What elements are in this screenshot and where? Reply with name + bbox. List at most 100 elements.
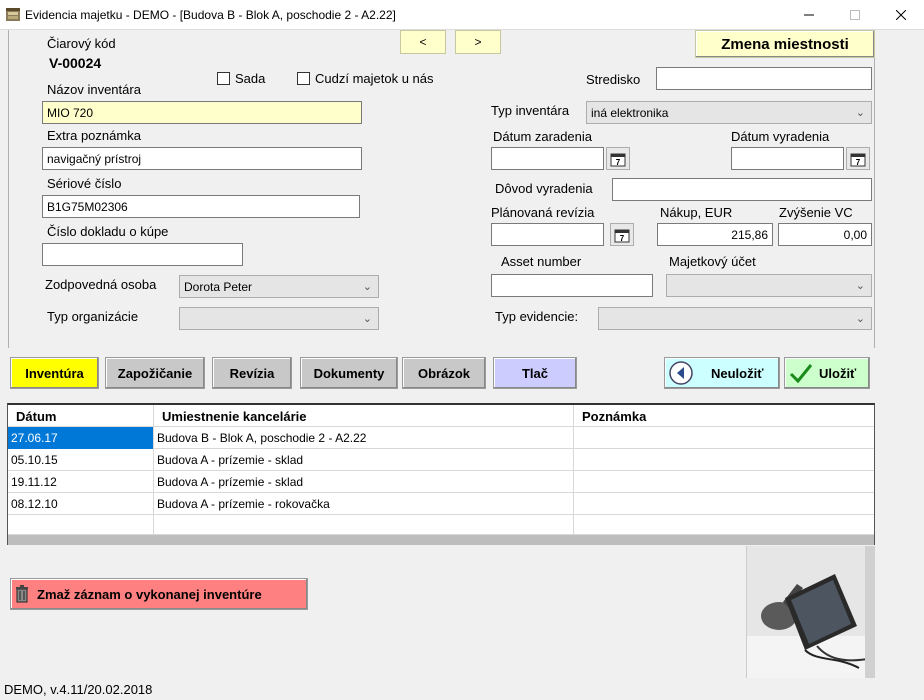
cell-location[interactable] xyxy=(154,515,574,535)
date-in-label: Dátum zaradenia xyxy=(493,129,592,144)
column-header-note[interactable]: Poznámka xyxy=(574,405,874,427)
column-header-location[interactable]: Umiestnenie kancelárie xyxy=(154,405,574,427)
serial-input[interactable]: B1G75M02306 xyxy=(42,195,360,218)
responsible-select[interactable]: Dorota Peter ⌄ xyxy=(179,275,379,298)
trash-icon xyxy=(15,585,29,603)
type-select[interactable]: iná elektronika ⌄ xyxy=(586,101,872,124)
doc-label: Číslo dokladu o kúpe xyxy=(47,224,169,239)
window-title: Evidencia majetku - DEMO - [Budova B - B… xyxy=(25,8,396,22)
name-input[interactable]: MIO 720 xyxy=(42,101,362,124)
doc-input[interactable] xyxy=(42,243,243,266)
table-row[interactable]: 27.06.17 Budova B - Blok A, poschodie 2 … xyxy=(8,427,874,449)
purchase-label: Nákup, EUR xyxy=(660,205,733,220)
prev-record-button[interactable]: < xyxy=(400,30,446,54)
foreign-asset-label: Cudzí majetok u nás xyxy=(315,71,434,86)
cell-date[interactable]: 19.11.12 xyxy=(8,471,154,493)
calendar-icon[interactable]: 7 xyxy=(610,223,634,246)
cancel-button-label: Neuložiť xyxy=(711,365,764,381)
chevron-down-icon: ⌄ xyxy=(855,280,865,292)
detail-panel: Čiarový kód V-00024 < > Zmena miestnosti… xyxy=(8,30,875,348)
table-header: Dátum Umiestnenie kancelárie Poznámka xyxy=(8,405,874,427)
center-input[interactable] xyxy=(656,67,872,90)
note-label: Extra poznámka xyxy=(47,128,141,143)
close-icon[interactable] xyxy=(878,0,924,30)
cell-date[interactable]: 05.10.15 xyxy=(8,449,154,471)
delete-inventory-button[interactable]: Zmaž záznam o vykonanej inventúre xyxy=(10,578,308,610)
save-button[interactable]: Uložiť xyxy=(784,357,870,389)
set-label: Sada xyxy=(235,71,266,86)
serial-label: Sériové číslo xyxy=(47,176,122,191)
table-footer xyxy=(8,535,874,545)
barcode-label: Čiarový kód xyxy=(47,36,116,51)
cell-note[interactable] xyxy=(574,471,874,493)
reason-input[interactable] xyxy=(612,178,872,201)
account-select[interactable]: ⌄ xyxy=(666,274,872,297)
asset-photo[interactable] xyxy=(746,546,875,678)
change-room-button[interactable]: Zmena miestnosti xyxy=(695,30,875,58)
table-row[interactable]: 05.10.15 Budova A - prízemie - sklad xyxy=(8,449,874,471)
status-bar: DEMO, v.4.11/20.02.2018 xyxy=(4,681,153,697)
cell-date[interactable]: 08.12.10 xyxy=(8,493,154,515)
planned-input[interactable] xyxy=(491,223,604,246)
planned-label: Plánovaná revízia xyxy=(491,205,595,220)
tab-picture[interactable]: Obrázok xyxy=(402,357,486,389)
chevron-down-icon: ⌄ xyxy=(362,281,372,293)
increase-input[interactable]: 0,00 xyxy=(778,223,872,246)
date-in-input[interactable] xyxy=(491,147,604,170)
cell-note[interactable] xyxy=(574,449,874,471)
name-label: Názov inventára xyxy=(47,82,141,97)
print-button[interactable]: Tlač xyxy=(493,357,577,389)
calendar-icon[interactable]: 7 xyxy=(846,147,870,170)
set-checkbox[interactable] xyxy=(217,72,230,85)
svg-text:7: 7 xyxy=(856,158,861,167)
calendar-icon[interactable]: 7 xyxy=(606,147,630,170)
cell-note[interactable] xyxy=(574,515,874,535)
type-label: Typ inventára xyxy=(491,103,570,118)
cell-date[interactable]: 27.06.17 xyxy=(8,427,154,449)
app-icon xyxy=(5,7,21,23)
cell-date[interactable] xyxy=(8,515,154,535)
responsible-select-value: Dorota Peter xyxy=(184,279,253,294)
tab-documents[interactable]: Dokumenty xyxy=(300,357,398,389)
maximize-icon[interactable] xyxy=(832,0,878,30)
cell-location[interactable]: Budova A - prízemie - sklad xyxy=(154,449,574,471)
asset-input[interactable] xyxy=(491,274,653,297)
cancel-button[interactable]: Neuložiť xyxy=(664,357,780,389)
org-select[interactable]: ⌄ xyxy=(179,307,379,330)
table-row[interactable]: 08.12.10 Budova A - prízemie - rokovačka xyxy=(8,493,874,515)
svg-text:7: 7 xyxy=(616,158,621,167)
date-out-input[interactable] xyxy=(731,147,844,170)
note-input[interactable]: navigačný prístroj xyxy=(42,147,362,170)
table-row[interactable] xyxy=(8,515,874,535)
cell-note[interactable] xyxy=(574,493,874,515)
save-button-label: Uložiť xyxy=(819,365,857,381)
cell-location[interactable]: Budova A - prízemie - rokovačka xyxy=(154,493,574,515)
asset-label: Asset number xyxy=(501,254,582,269)
barcode-value: V-00024 xyxy=(49,55,102,71)
center-label: Stredisko xyxy=(586,72,641,87)
date-out-label: Dátum vyradenia xyxy=(731,129,830,144)
column-header-date[interactable]: Dátum xyxy=(8,405,154,427)
chevron-down-icon: ⌄ xyxy=(362,313,372,325)
foreign-asset-checkbox[interactable] xyxy=(297,72,310,85)
tab-revision[interactable]: Revízia xyxy=(212,357,292,389)
minimize-icon[interactable] xyxy=(786,0,832,30)
next-record-button[interactable]: > xyxy=(455,30,501,54)
cell-location[interactable]: Budova A - prízemie - sklad xyxy=(154,471,574,493)
svg-text:7: 7 xyxy=(620,234,625,243)
tab-inventory[interactable]: Inventúra xyxy=(10,357,99,389)
inventory-history-table: Dátum Umiestnenie kancelárie Poznámka 27… xyxy=(7,403,875,545)
back-arrow-icon xyxy=(669,361,693,385)
tab-loan[interactable]: Zapožičanie xyxy=(105,357,205,389)
check-icon xyxy=(789,362,813,384)
type-select-value: iná elektronika xyxy=(591,105,669,120)
cell-location[interactable]: Budova B - Blok A, poschodie 2 - A2.22 xyxy=(154,427,574,449)
reason-label: Dôvod vyradenia xyxy=(495,181,593,196)
chevron-down-icon: ⌄ xyxy=(855,313,865,325)
table-row[interactable]: 19.11.12 Budova A - prízemie - sklad xyxy=(8,471,874,493)
responsible-label: Zodpovedná osoba xyxy=(45,277,157,292)
evid-select[interactable]: ⌄ xyxy=(598,307,872,330)
purchase-input[interactable]: 215,86 xyxy=(657,223,773,246)
cell-note[interactable] xyxy=(574,427,874,449)
increase-label: Zvýšenie VC xyxy=(779,205,853,220)
